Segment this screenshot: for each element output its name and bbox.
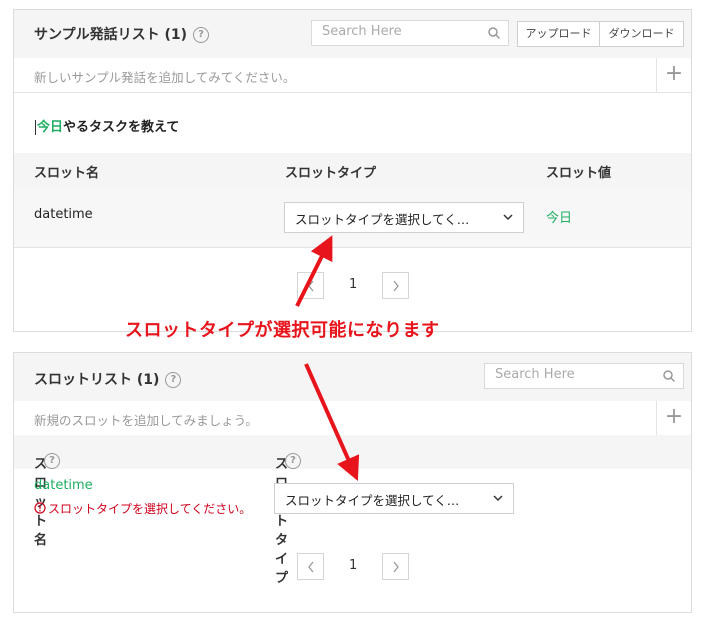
arrow-down bbox=[304, 363, 360, 481]
arrow-up bbox=[295, 235, 333, 307]
annotation-callout: スロットタイプが選択可能になります bbox=[125, 320, 440, 341]
